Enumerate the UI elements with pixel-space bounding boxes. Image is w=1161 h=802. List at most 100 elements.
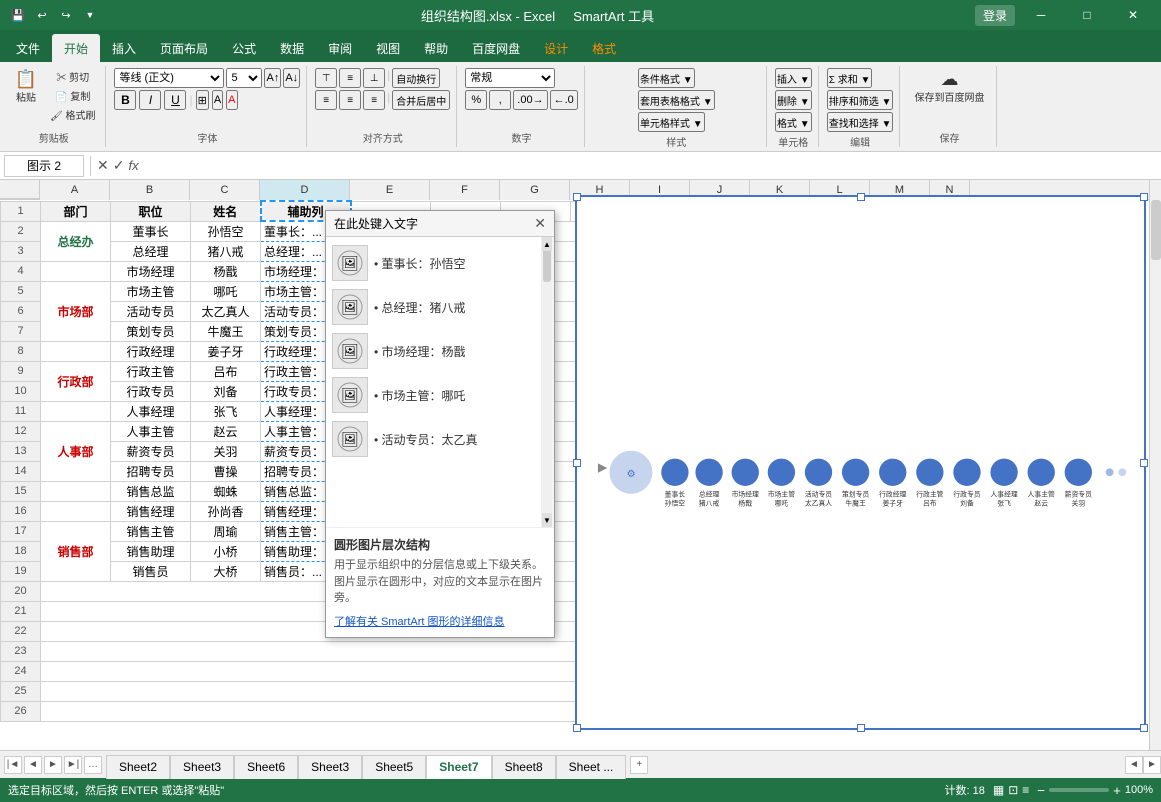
align-bottom-button[interactable]: ⊥ bbox=[363, 68, 385, 88]
cell-b19[interactable]: 销售员 bbox=[111, 561, 191, 581]
table-format-button[interactable]: 套用表格格式 ▼ bbox=[638, 90, 715, 110]
col-header-b[interactable]: B bbox=[110, 180, 190, 200]
formula-input[interactable] bbox=[143, 155, 1157, 177]
cell-c9[interactable]: 吕布 bbox=[191, 361, 261, 381]
list-item[interactable]: 🖼 • 活动专员：太乙真 bbox=[330, 417, 537, 461]
cell-b14[interactable]: 招聘专员 bbox=[111, 461, 191, 481]
find-select-button[interactable]: 查找和选择 ▼ bbox=[827, 112, 894, 132]
sort-filter-button[interactable]: 排序和筛选 ▼ bbox=[827, 90, 894, 110]
cell-c19[interactable]: 大桥 bbox=[191, 561, 261, 581]
cell-a2[interactable]: 总经办 bbox=[41, 221, 111, 261]
align-left-button[interactable]: ≡ bbox=[315, 90, 337, 110]
dialog-close-button[interactable]: ✕ bbox=[534, 215, 546, 232]
list-item[interactable]: 🖼 • 市场主管：哪吒 bbox=[330, 373, 537, 417]
number-format-select[interactable]: 常规 bbox=[465, 68, 555, 88]
tab-data[interactable]: 数据 bbox=[268, 34, 316, 62]
resize-handle-bc[interactable] bbox=[857, 724, 865, 732]
cell-c14[interactable]: 曹操 bbox=[191, 461, 261, 481]
cell-c1[interactable]: 姓名 bbox=[191, 201, 261, 221]
resize-handle-tc[interactable] bbox=[857, 193, 865, 201]
font-size-increase[interactable]: A↑ bbox=[264, 68, 281, 88]
delete-button[interactable]: 删除 ▼ bbox=[775, 90, 812, 110]
cell-styles-button[interactable]: 单元格样式 ▼ bbox=[638, 112, 705, 132]
sheet-tab-3[interactable]: Sheet3 bbox=[170, 755, 234, 779]
cell-c7[interactable]: 牛魔王 bbox=[191, 321, 261, 341]
normal-view-button[interactable]: ▦ bbox=[993, 783, 1004, 797]
tab-dots-button[interactable]: … bbox=[84, 756, 102, 774]
dialog-list[interactable]: 🖼 • 董事长：孙悟空 🖼 • 总经理：猪八戒 🖼 • 市场经理：杨 bbox=[326, 237, 542, 527]
zoom-slider[interactable] bbox=[1049, 788, 1109, 792]
col-header-g[interactable]: G bbox=[500, 180, 570, 200]
cell-b1[interactable]: 职位 bbox=[111, 201, 191, 221]
tab-home[interactable]: 开始 bbox=[52, 34, 100, 62]
cell-c5[interactable]: 哪吒 bbox=[191, 281, 261, 301]
sheet-tab-ellipsis[interactable]: Sheet ... bbox=[556, 755, 627, 779]
add-sheet-button[interactable]: + bbox=[630, 756, 648, 774]
resize-handle-br[interactable] bbox=[1140, 724, 1148, 732]
align-center-button[interactable]: ≡ bbox=[339, 90, 361, 110]
sheet-tab-8[interactable]: Sheet8 bbox=[492, 755, 556, 779]
sheet-tab-6[interactable]: Sheet6 bbox=[234, 755, 298, 779]
resize-handle-mr[interactable] bbox=[1140, 459, 1148, 467]
scroll-right-button[interactable]: ► bbox=[1143, 756, 1161, 774]
tab-layout[interactable]: 页面布局 bbox=[148, 34, 220, 62]
comma-button[interactable]: , bbox=[489, 90, 511, 110]
resize-handle-tr[interactable] bbox=[1140, 193, 1148, 201]
cell-b4[interactable]: 市场经理 bbox=[111, 261, 191, 281]
col-header-a[interactable]: A bbox=[40, 180, 110, 200]
decrease-decimal[interactable]: ←.0 bbox=[550, 90, 578, 110]
cell-c18[interactable]: 小桥 bbox=[191, 541, 261, 561]
cell-a11[interactable] bbox=[41, 401, 111, 421]
cell-b7[interactable]: 策划专员 bbox=[111, 321, 191, 341]
minimize-button[interactable]: ─ bbox=[1021, 0, 1061, 30]
cut-button[interactable]: ✂ 剪切 bbox=[46, 68, 99, 85]
cell-c8[interactable]: 姜子牙 bbox=[191, 341, 261, 361]
resize-handle-ml[interactable] bbox=[573, 459, 581, 467]
cell-c12[interactable]: 赵云 bbox=[191, 421, 261, 441]
tab-format[interactable]: 格式 bbox=[580, 34, 628, 62]
cell-c15[interactable]: 蜘蛛 bbox=[191, 481, 261, 501]
tab-review[interactable]: 审阅 bbox=[316, 34, 364, 62]
zoom-in-button[interactable]: + bbox=[1113, 783, 1121, 798]
sum-button[interactable]: Σ 求和 ▼ bbox=[827, 68, 873, 88]
tab-insert[interactable]: 插入 bbox=[100, 34, 148, 62]
font-size-decrease[interactable]: A↓ bbox=[283, 68, 300, 88]
cell-b15[interactable]: 销售总监 bbox=[111, 481, 191, 501]
increase-decimal[interactable]: .00→ bbox=[513, 90, 547, 110]
cell-b18[interactable]: 销售助理 bbox=[111, 541, 191, 561]
wrap-text-button[interactable]: 自动换行 bbox=[392, 68, 440, 88]
conditional-formatting-button[interactable]: 条件格式 ▼ bbox=[638, 68, 695, 88]
resize-handle-tl[interactable] bbox=[573, 193, 581, 201]
merge-button[interactable]: 合并后居中 bbox=[392, 90, 450, 110]
col-header-e[interactable]: E bbox=[350, 180, 430, 200]
sheet-tab-2[interactable]: Sheet2 bbox=[106, 755, 170, 779]
cell-c16[interactable]: 孙尚香 bbox=[191, 501, 261, 521]
cancel-icon[interactable]: ✕ bbox=[97, 157, 109, 174]
cell-a12[interactable]: 人事部 bbox=[41, 421, 111, 481]
dialog-footer-link[interactable]: 了解有关 SmartArt 图形的详细信息 bbox=[334, 616, 505, 628]
cell-a5[interactable]: 市场部 bbox=[41, 281, 111, 341]
cell-b13[interactable]: 薪资专员 bbox=[111, 441, 191, 461]
cell-c3[interactable]: 猪八戒 bbox=[191, 241, 261, 261]
confirm-icon[interactable]: ✓ bbox=[113, 157, 125, 174]
page-break-preview-button[interactable]: ≡ bbox=[1022, 783, 1029, 797]
borders-button[interactable]: ⊞ bbox=[196, 90, 209, 110]
italic-button[interactable]: I bbox=[139, 90, 161, 110]
cell-a4[interactable] bbox=[41, 261, 111, 281]
tab-design[interactable]: 设计 bbox=[532, 34, 580, 62]
cell-c6[interactable]: 太乙真人 bbox=[191, 301, 261, 321]
sheet-tab-3b[interactable]: Sheet3 bbox=[298, 755, 362, 779]
close-button[interactable]: ✕ bbox=[1113, 0, 1153, 30]
cell-c13[interactable]: 关羽 bbox=[191, 441, 261, 461]
format-cell-button[interactable]: 格式 ▼ bbox=[775, 112, 812, 132]
vertical-scrollbar[interactable] bbox=[1149, 180, 1161, 750]
cell-b6[interactable]: 活动专员 bbox=[111, 301, 191, 321]
format-painter-button[interactable]: 🖌 格式刷 bbox=[46, 106, 99, 123]
cell-b11[interactable]: 人事经理 bbox=[111, 401, 191, 421]
font-size-select[interactable]: 5 bbox=[226, 68, 262, 88]
cell-b17[interactable]: 销售主管 bbox=[111, 521, 191, 541]
insert-button[interactable]: 插入 ▼ bbox=[775, 68, 812, 88]
tab-file[interactable]: 文件 bbox=[4, 34, 52, 62]
sheet-tab-5[interactable]: Sheet5 bbox=[362, 755, 426, 779]
login-button[interactable]: 登录 bbox=[975, 5, 1015, 26]
